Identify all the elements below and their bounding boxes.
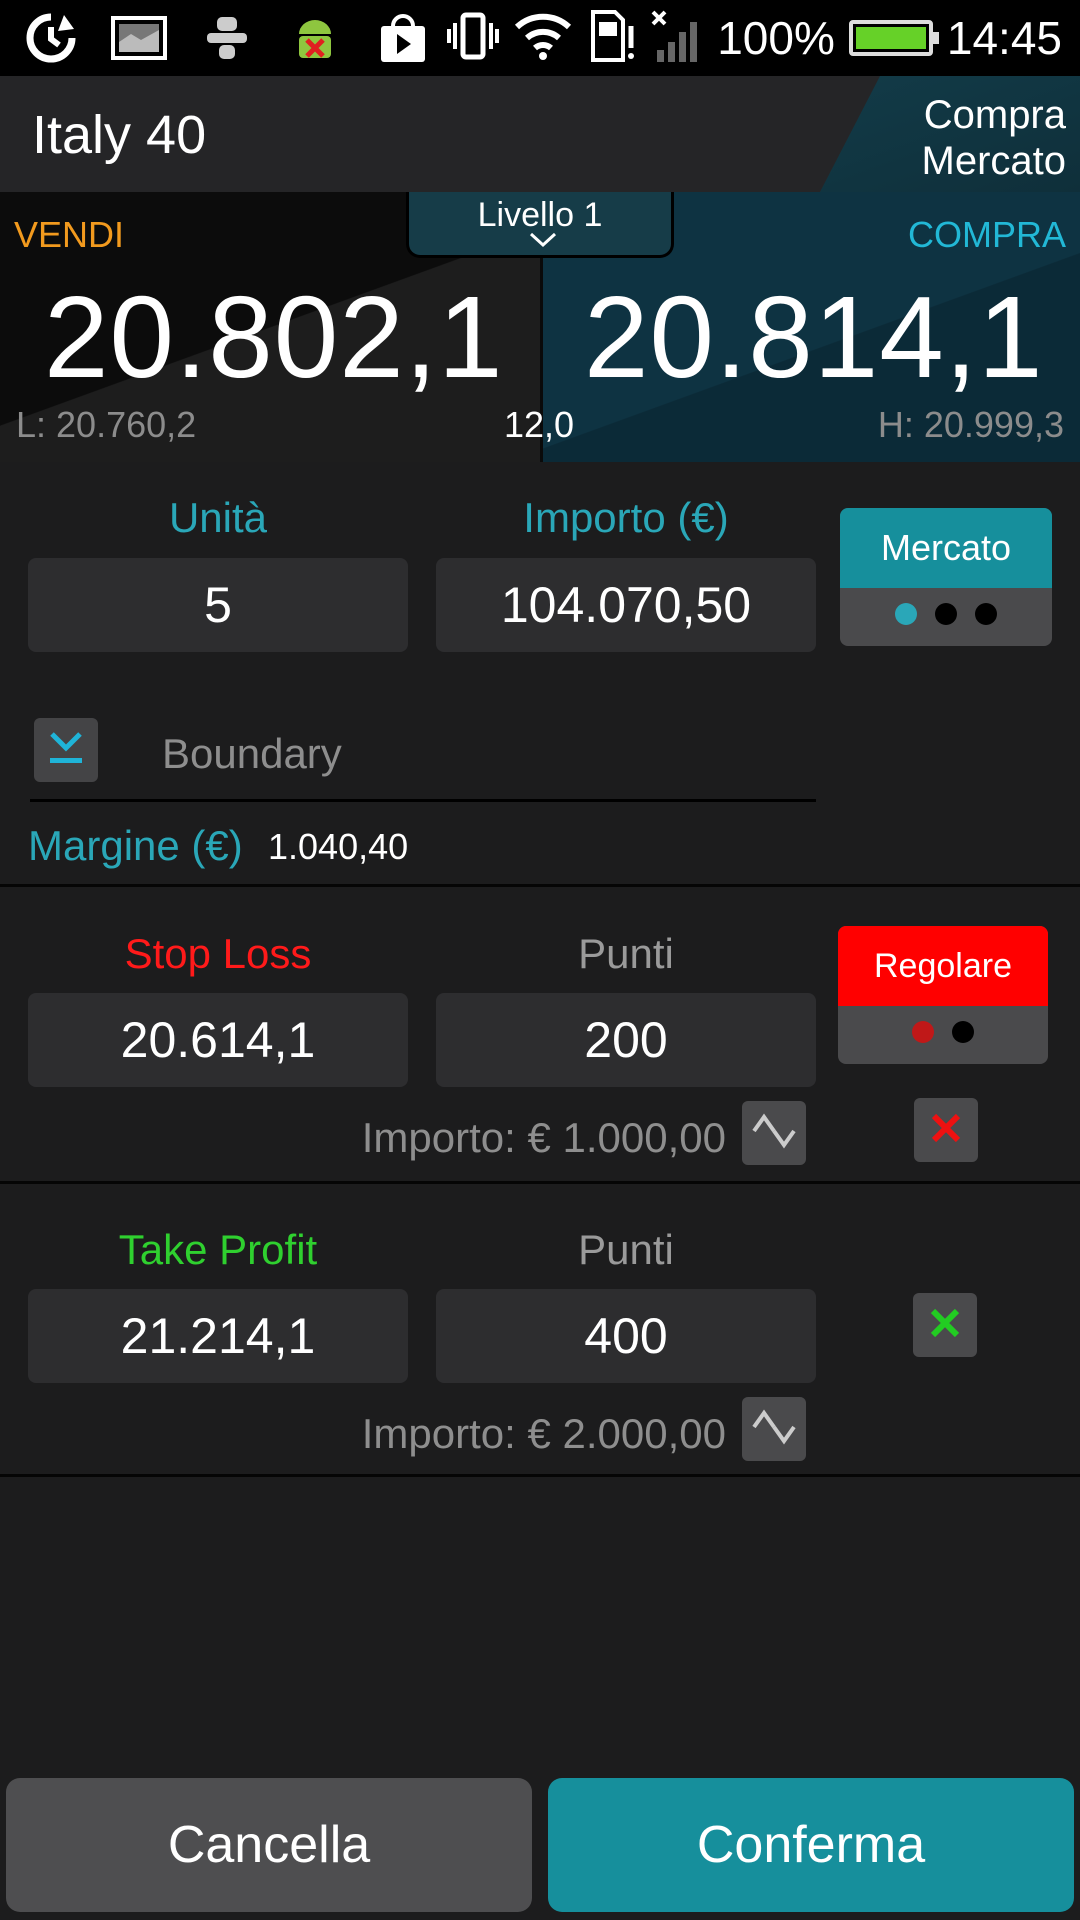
section-divider <box>0 884 1080 887</box>
take-profit-price-input[interactable]: 21.214,1 <box>28 1289 408 1383</box>
notification-icons <box>22 8 432 68</box>
take-profit-label: Take Profit <box>118 1226 318 1273</box>
close-icon <box>927 1305 963 1346</box>
sd-card-alert-icon <box>587 9 637 67</box>
order-mode-type: Mercato <box>921 139 1067 183</box>
amount-input[interactable]: 104.070,50 <box>436 558 816 652</box>
battery-fill <box>855 27 926 49</box>
level-selector[interactable]: Livello 1 <box>406 192 674 258</box>
order-type-selector[interactable]: Mercato <box>840 508 1052 646</box>
close-icon <box>928 1110 964 1151</box>
stop-type-dots <box>838 1006 1048 1058</box>
order-mode-badge: Compra Mercato <box>820 76 1080 192</box>
stop-type-label: Regolare <box>838 926 1048 1006</box>
status-bar: 100% 14:45 <box>0 0 1080 76</box>
section-divider <box>0 1181 1080 1184</box>
order-mode-direction: Compra <box>923 93 1066 137</box>
confirm-button[interactable]: Conferma <box>548 1778 1074 1912</box>
page-dot-active <box>912 1021 934 1043</box>
stop-type-selector[interactable]: Regolare <box>838 926 1048 1064</box>
page-dot-active <box>895 603 917 625</box>
boundary-underline <box>30 799 816 802</box>
stop-loss-points-label: Punti <box>578 930 674 977</box>
sync-icon <box>22 11 80 65</box>
buy-price: 20.814,1 <box>584 272 1044 402</box>
chevron-down-icon <box>529 232 557 253</box>
sell-label: VENDI <box>14 214 125 255</box>
units-label: Unità <box>168 494 268 541</box>
stop-loss-price-input[interactable]: 20.614,1 <box>28 993 408 1087</box>
stop-loss-points-input[interactable]: 200 <box>436 993 816 1087</box>
units-input[interactable]: 5 <box>28 558 408 652</box>
swap-arrows-icon <box>750 1111 798 1156</box>
download-arrow-icon <box>46 728 86 773</box>
system-icons: 100% 14:45 <box>447 0 1062 76</box>
clock: 14:45 <box>946 12 1062 64</box>
cancel-button[interactable]: Cancella <box>6 1778 532 1912</box>
level-label: Livello 1 <box>477 196 603 234</box>
boundary-label: Boundary <box>162 730 342 777</box>
order-type-label: Mercato <box>840 508 1052 588</box>
take-profit-points-label: Punti <box>578 1226 674 1273</box>
take-profit-remove-button[interactable] <box>913 1293 977 1357</box>
amount-label: Importo (€) <box>523 494 729 541</box>
boundary-toggle[interactable] <box>34 718 98 782</box>
take-profit-amount: Importo: € 2.000,00 <box>361 1410 726 1457</box>
vibrate-icon <box>447 11 500 66</box>
take-profit-toggle-mode-button[interactable] <box>742 1397 806 1461</box>
page-dot <box>935 603 957 625</box>
sell-price: 20.802,1 <box>44 272 504 402</box>
image-icon <box>110 11 168 65</box>
plug-icon <box>198 11 256 65</box>
stop-loss-label: Stop Loss <box>124 930 312 977</box>
page-dot <box>975 603 997 625</box>
buy-label: COMPRA <box>907 214 1066 255</box>
low-price: L: 20.760,2 <box>16 404 197 445</box>
section-divider <box>0 1474 1080 1477</box>
take-profit-points-input[interactable]: 400 <box>436 1289 816 1383</box>
instrument-header: Italy 40 Compra Mercato <box>0 76 1080 192</box>
margin-value: 1.040,40 <box>268 826 409 867</box>
order-type-dots <box>840 588 1052 640</box>
battery-percent: 100% <box>717 12 835 64</box>
swap-arrows-icon <box>750 1407 798 1452</box>
instrument-title: Italy 40 <box>32 105 207 165</box>
spread-value: 12,0 <box>504 404 575 445</box>
stop-loss-remove-button[interactable] <box>914 1098 978 1162</box>
stop-loss-amount: Importo: € 1.000,00 <box>361 1114 726 1161</box>
margin-label: Margine (€) <box>28 822 243 869</box>
battery-icon <box>848 20 939 56</box>
wifi-icon <box>513 11 573 66</box>
stop-loss-toggle-mode-button[interactable] <box>742 1101 806 1165</box>
high-price: H: 20.999,3 <box>877 404 1064 445</box>
play-store-icon <box>374 11 432 65</box>
android-debug-icon <box>286 11 344 65</box>
no-signal-icon <box>651 8 703 69</box>
page-dot <box>952 1021 974 1043</box>
